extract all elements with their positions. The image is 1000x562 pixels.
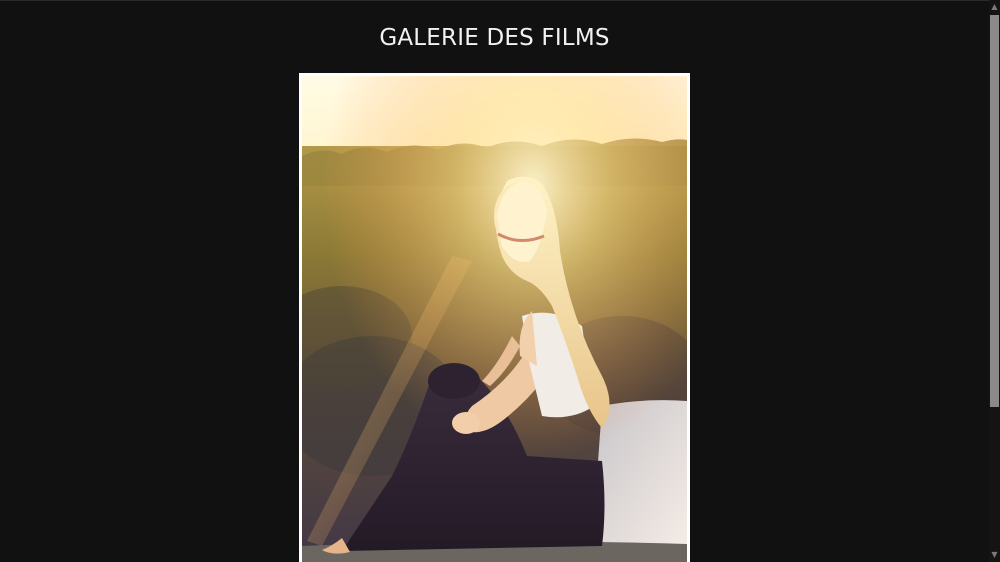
scrollbar-thumb[interactable] [990, 15, 999, 407]
page-title: GALERIE DES FILMS [379, 25, 610, 51]
gallery-photo[interactable] [302, 76, 687, 562]
page-content: GALERIE DES FILMS [0, 0, 989, 562]
chevron-down-icon[interactable]: ▼ [989, 549, 1000, 561]
gallery-photo-frame[interactable] [299, 73, 690, 562]
chevron-up-icon[interactable]: ▲ [989, 1, 1000, 13]
vertical-scrollbar[interactable]: ▲ ▼ [989, 0, 1000, 562]
